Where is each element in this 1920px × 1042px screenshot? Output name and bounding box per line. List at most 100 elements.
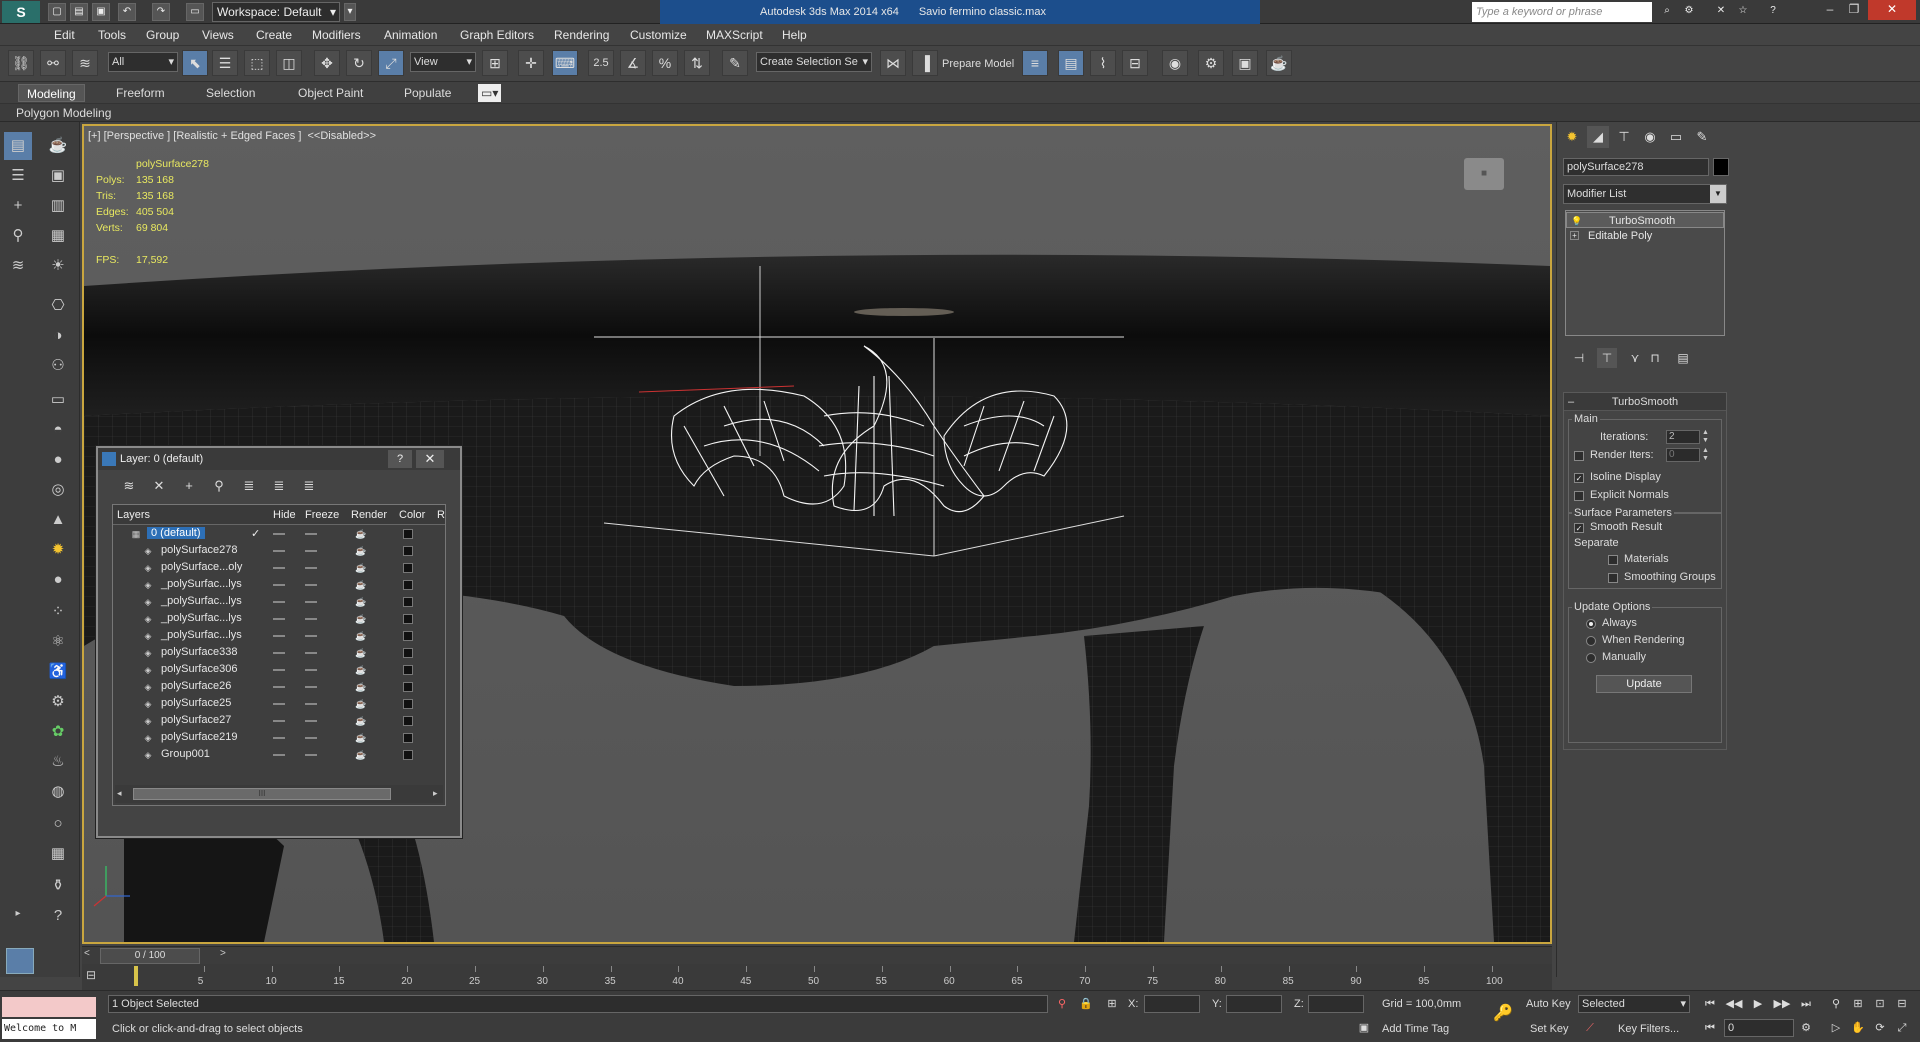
viewcube[interactable]: ■	[1464, 158, 1504, 190]
layer-row[interactable]: ◈ _polySurfac...lys ☕	[113, 611, 445, 628]
manually-radio[interactable]	[1586, 653, 1596, 663]
key-set-dropdown[interactable]: Selected ▾	[1578, 995, 1690, 1013]
select-objects-in-layer-icon[interactable]: ⚲	[208, 476, 230, 496]
minimize-button[interactable]: –	[1818, 0, 1842, 20]
maxscript-listener-mini[interactable]	[2, 997, 96, 1017]
layer-row-default[interactable]: ▦ 0 (default) ✓ ☕	[113, 526, 445, 543]
checker-icon[interactable]: ▦	[44, 840, 72, 868]
explicit-normals-checkbox[interactable]	[1574, 491, 1584, 501]
freeze-toggle[interactable]	[305, 618, 317, 620]
freeze-toggle[interactable]	[305, 635, 317, 637]
hide-toggle[interactable]	[273, 584, 285, 586]
hierarchy-tab-icon[interactable]: ⊤	[1613, 126, 1635, 148]
layer-color-swatch[interactable]	[403, 597, 413, 607]
render-teapot-icon[interactable]: ☕	[355, 750, 366, 760]
active-layer-check-icon[interactable]: ✓	[251, 527, 260, 540]
layer-name[interactable]: _polySurfac...lys	[161, 578, 242, 590]
time-slider-thumb[interactable]: 0 / 100	[100, 948, 200, 964]
zoom-all-icon[interactable]: ⊞	[1848, 995, 1868, 1013]
layer-color-swatch[interactable]	[403, 614, 413, 624]
tab-freeform[interactable]: Freeform	[108, 84, 173, 102]
layer-color-swatch[interactable]	[403, 580, 413, 590]
hide-toggle[interactable]	[273, 635, 285, 637]
auto-key-button[interactable]: Auto Key	[1526, 998, 1571, 1010]
bind-space-warp-icon[interactable]: ≋	[72, 50, 98, 76]
new-file-icon[interactable]: ▢	[48, 3, 66, 21]
y-coordinate-field[interactable]	[1226, 995, 1282, 1013]
graphite-toggle-icon[interactable]: ▤	[1058, 50, 1084, 76]
layer-color-swatch[interactable]	[403, 733, 413, 743]
ribbon-options-icon[interactable]: ▭▾	[478, 84, 502, 102]
smoothing-groups-checkbox[interactable]	[1608, 573, 1618, 583]
freeze-toggle[interactable]	[305, 737, 317, 739]
undo-icon[interactable]: ↶	[118, 3, 136, 21]
layer-name[interactable]: polySurface306	[161, 663, 237, 675]
render-iters-checkbox[interactable]	[1574, 451, 1584, 461]
show-end-result-icon[interactable]: ⊤	[1597, 348, 1617, 368]
layer-color-swatch[interactable]	[403, 716, 413, 726]
unlink-icon[interactable]: ⚯	[40, 50, 66, 76]
layer-name[interactable]: _polySurfac...lys	[161, 612, 242, 624]
current-frame-field[interactable]: 0	[1724, 1019, 1794, 1037]
mirror-icon[interactable]: ⋈	[880, 50, 906, 76]
snap-toggle-icon[interactable]: 2.5	[588, 50, 614, 76]
snail-icon[interactable]: ◍	[44, 778, 72, 806]
freeze-toggle[interactable]	[305, 550, 317, 552]
scroll-right-icon[interactable]: ▸	[433, 788, 438, 799]
zoom-extents-icon[interactable]: ⊡	[1870, 995, 1890, 1013]
freeze-toggle[interactable]	[305, 703, 317, 705]
pan-icon[interactable]: ✋	[1848, 1019, 1868, 1037]
tab-object-paint[interactable]: Object Paint	[290, 84, 371, 102]
material-ball-icon[interactable]: ●	[44, 566, 72, 594]
render-teapot-icon[interactable]: ☕	[355, 563, 366, 573]
layer-manager-icon[interactable]: ≡	[1022, 50, 1048, 76]
layer-row[interactable]: ◈ _polySurfac...lys ☕	[113, 577, 445, 594]
track-bar[interactable]: ⊟ 5 10 15 20 25 30 35 40 45 50 55 60 65 70 75 80 85 90 95 1…	[82, 964, 1552, 990]
zoom-icon[interactable]: ⚲	[1826, 995, 1846, 1013]
hide-toggle[interactable]	[273, 618, 285, 620]
help-icon[interactable]: ?	[1764, 3, 1782, 21]
render-production-icon[interactable]: ☕	[1266, 50, 1292, 76]
menu-group[interactable]: Group	[146, 27, 179, 43]
render-teapot-icon[interactable]: ☕	[355, 614, 366, 624]
render-iters-spinner[interactable]: ▲ ▼	[1702, 447, 1709, 463]
align-icon[interactable]: ▐	[912, 50, 938, 76]
layer-name[interactable]: _polySurfac...lys	[161, 629, 242, 641]
redo-icon[interactable]: ↷	[152, 3, 170, 21]
hide-toggle[interactable]	[273, 652, 285, 654]
freeze-toggle[interactable]	[305, 601, 317, 603]
maximize-viewport-icon[interactable]	[6, 948, 34, 974]
select-and-rotate-icon[interactable]: ↻	[346, 50, 372, 76]
hide-toggle[interactable]	[273, 686, 285, 688]
iterations-input[interactable]: 2	[1666, 430, 1700, 444]
menu-customize[interactable]: Customize	[630, 27, 687, 43]
create-layer-icon[interactable]: +	[178, 476, 200, 496]
reference-coordinate-dropdown[interactable]: View ▾	[410, 52, 476, 72]
motion-tab-icon[interactable]: ◉	[1639, 126, 1661, 148]
menu-animation[interactable]: Animation	[384, 27, 437, 43]
freeze-toggle[interactable]	[305, 686, 317, 688]
communication-icon[interactable]: ✕	[1712, 3, 1730, 21]
particles-icon[interactable]: ⁘	[44, 598, 72, 626]
when-rendering-radio[interactable]	[1586, 636, 1596, 646]
iterations-spinner[interactable]: ▲ ▼	[1702, 429, 1709, 445]
open-file-icon[interactable]: ▤	[70, 3, 88, 21]
prev-frame-icon[interactable]: ◀◀	[1724, 995, 1744, 1013]
layer-row[interactable]: ◈ _polySurfac...lys ☕	[113, 594, 445, 611]
prepare-model-label[interactable]: Prepare Model	[942, 58, 1014, 70]
goto-end-icon[interactable]: ⏭	[1796, 995, 1816, 1013]
set-key-curve-icon[interactable]: ⟋	[1580, 1019, 1600, 1037]
isolate-icon[interactable]: ⚲	[1052, 995, 1072, 1013]
expand-icon[interactable]: +	[1570, 231, 1579, 240]
menu-tools[interactable]: Tools	[98, 27, 126, 43]
rectangle-selection-icon[interactable]: ⬚	[244, 50, 270, 76]
field-of-view-icon[interactable]: ▷	[1826, 1019, 1846, 1037]
layer-name[interactable]: _polySurfac...lys	[161, 595, 242, 607]
pin-stack-icon[interactable]: ⊣	[1569, 348, 1589, 368]
keyword-search-input[interactable]: Type a keyword or phrase	[1472, 2, 1652, 22]
layer-row[interactable]: ◈ polySurface...oly ☕	[113, 560, 445, 577]
freeze-toggle[interactable]	[305, 754, 317, 756]
edit-named-selection-icon[interactable]: ✎	[722, 50, 748, 76]
tab-selection[interactable]: Selection	[198, 84, 263, 102]
hide-toggle[interactable]	[273, 601, 285, 603]
